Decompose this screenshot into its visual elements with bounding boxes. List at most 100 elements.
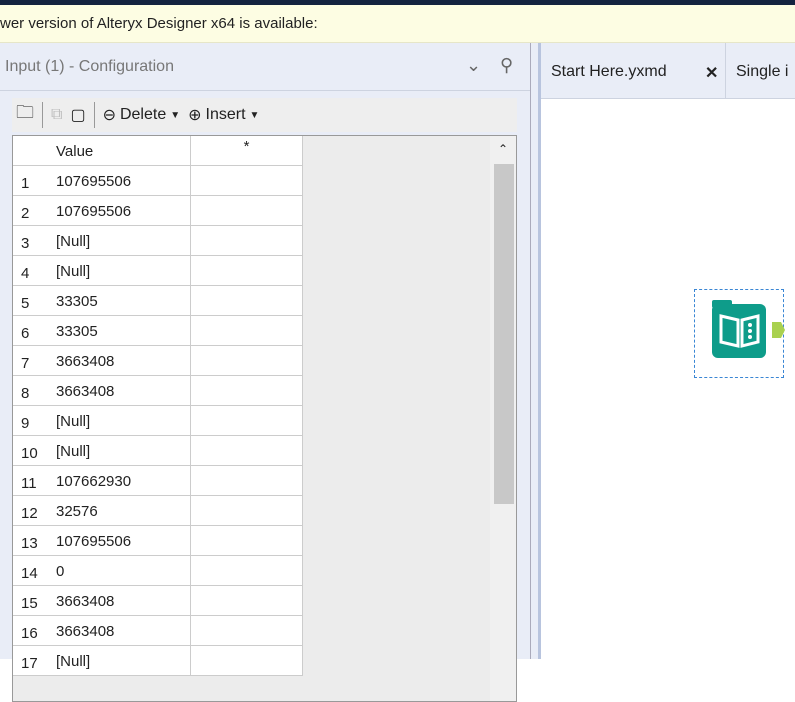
table-row[interactable]: 15 3663408 [13,586,303,616]
value-cell[interactable]: [Null] [47,256,191,286]
value-cell[interactable]: 107695506 [47,526,191,556]
empty-cell[interactable] [191,646,303,676]
table-row[interactable]: 3 [Null] [13,226,303,256]
close-icon[interactable]: ✕ [705,63,718,83]
plus-circle-icon: ⊕ [188,107,202,124]
value-cell[interactable]: 107662930 [47,466,191,496]
table-row[interactable]: 12 32576 [13,496,303,526]
value-cell[interactable]: 3663408 [47,616,191,646]
row-number[interactable]: 16 [13,616,47,646]
table-row[interactable]: 10 [Null] [13,436,303,466]
row-number[interactable]: 2 [13,196,47,226]
empty-cell[interactable] [191,406,303,436]
empty-cell[interactable] [191,466,303,496]
dropdown-arrow-icon: ▼ [249,109,260,121]
empty-cell[interactable] [191,376,303,406]
row-number[interactable]: 7 [13,346,47,376]
tab-start-here[interactable]: Start Here.yxmd [551,63,667,81]
value-cell[interactable]: 3663408 [47,376,191,406]
table-row[interactable]: 13 107695506 [13,526,303,556]
update-notice[interactable]: wer version of Alteryx Designer x64 is a… [0,5,795,43]
table-row[interactable]: 16 3663408 [13,616,303,646]
table-row[interactable]: 9 [Null] [13,406,303,436]
value-cell[interactable]: 33305 [47,286,191,316]
value-cell[interactable]: 3663408 [47,586,191,616]
separator [93,102,95,128]
empty-cell[interactable] [191,316,303,346]
empty-cell[interactable] [191,196,303,226]
table-row[interactable]: 14 0 [13,556,303,586]
minus-circle-icon: ⊖ [102,107,116,124]
tab-single[interactable]: Single i [736,63,788,81]
copy-icon[interactable]: ⧉ [51,106,62,124]
paste-icon[interactable]: ▢ [70,105,85,125]
header-row: Value * [13,136,303,166]
table-row[interactable]: 17 [Null] [13,646,303,676]
row-number[interactable]: 6 [13,316,47,346]
panel-splitter[interactable] [530,43,541,659]
vertical-scrollbar[interactable]: ⌃ [490,136,516,701]
row-header-corner [13,136,47,166]
empty-cell[interactable] [191,166,303,196]
row-number[interactable]: 10 [13,436,47,466]
empty-cell[interactable] [191,616,303,646]
table-row[interactable]: 5 33305 [13,286,303,316]
input-data-tool[interactable] [694,289,785,378]
column-header-value[interactable]: Value [47,136,191,166]
delete-label: Delete [119,106,167,123]
table-row[interactable]: 7 3663408 [13,346,303,376]
table-row[interactable]: 8 3663408 [13,376,303,406]
insert-button[interactable]: ⊕ Insert ▼ [188,105,259,125]
value-cell[interactable]: 107695506 [47,166,191,196]
empty-cell[interactable] [191,256,303,286]
configuration-panel: Input (1) - Configuration ⌄ ⚲ 🗀 ⧉ ▢ ⊖ Del… [0,43,530,702]
row-number[interactable]: 11 [13,466,47,496]
row-number[interactable]: 4 [13,256,47,286]
row-number[interactable]: 17 [13,646,47,676]
value-cell[interactable]: [Null] [47,406,191,436]
row-number[interactable]: 13 [13,526,47,556]
row-number[interactable]: 15 [13,586,47,616]
row-number[interactable]: 5 [13,286,47,316]
empty-cell[interactable] [191,346,303,376]
chevron-down-icon[interactable]: ⌄ [466,55,481,76]
empty-cell[interactable] [191,586,303,616]
value-cell[interactable]: 33305 [47,316,191,346]
empty-cell[interactable] [191,556,303,586]
value-cell[interactable]: [Null] [47,436,191,466]
empty-cell[interactable] [191,436,303,466]
delete-button[interactable]: ⊖ Delete ▼ [103,105,181,125]
empty-cell[interactable] [191,496,303,526]
empty-cell[interactable] [191,526,303,556]
table-row[interactable]: 6 33305 [13,316,303,346]
row-number[interactable]: 14 [13,556,47,586]
pin-icon[interactable]: ⚲ [500,55,513,76]
book-icon [712,300,785,358]
scroll-up-icon[interactable]: ⌃ [490,136,516,156]
insert-label: Insert [205,106,246,123]
value-cell[interactable]: [Null] [47,226,191,256]
row-number[interactable]: 1 [13,166,47,196]
value-cell[interactable]: 32576 [47,496,191,526]
value-cell[interactable]: 0 [47,556,191,586]
column-header-new[interactable]: * [191,136,303,166]
table-row[interactable]: 4 [Null] [13,256,303,286]
row-number[interactable]: 12 [13,496,47,526]
folder-icon[interactable]: 🗀 [16,100,34,130]
row-number[interactable]: 8 [13,376,47,406]
table-row[interactable]: 2 107695506 [13,196,303,226]
scrollbar-thumb[interactable] [494,164,514,504]
row-number[interactable]: 9 [13,406,47,436]
row-number[interactable]: 3 [13,226,47,256]
value-cell[interactable]: 107695506 [47,196,191,226]
tab-label: Start Here.yxmd [551,63,667,80]
value-cell[interactable]: [Null] [47,646,191,676]
table-row[interactable]: 11 107662930 [13,466,303,496]
grid-toolbar: 🗀 ⧉ ▢ ⊖ Delete ▼ ⊕ Insert ▼ [12,98,517,132]
tab-label: Single i [736,63,789,80]
table-row[interactable]: 1 107695506 [13,166,303,196]
empty-cell[interactable] [191,226,303,256]
value-cell[interactable]: 3663408 [47,346,191,376]
data-grid: Value * 1 107695506 2 107695506 3 [Null] 4 [Nul… [12,135,517,702]
empty-cell[interactable] [191,286,303,316]
